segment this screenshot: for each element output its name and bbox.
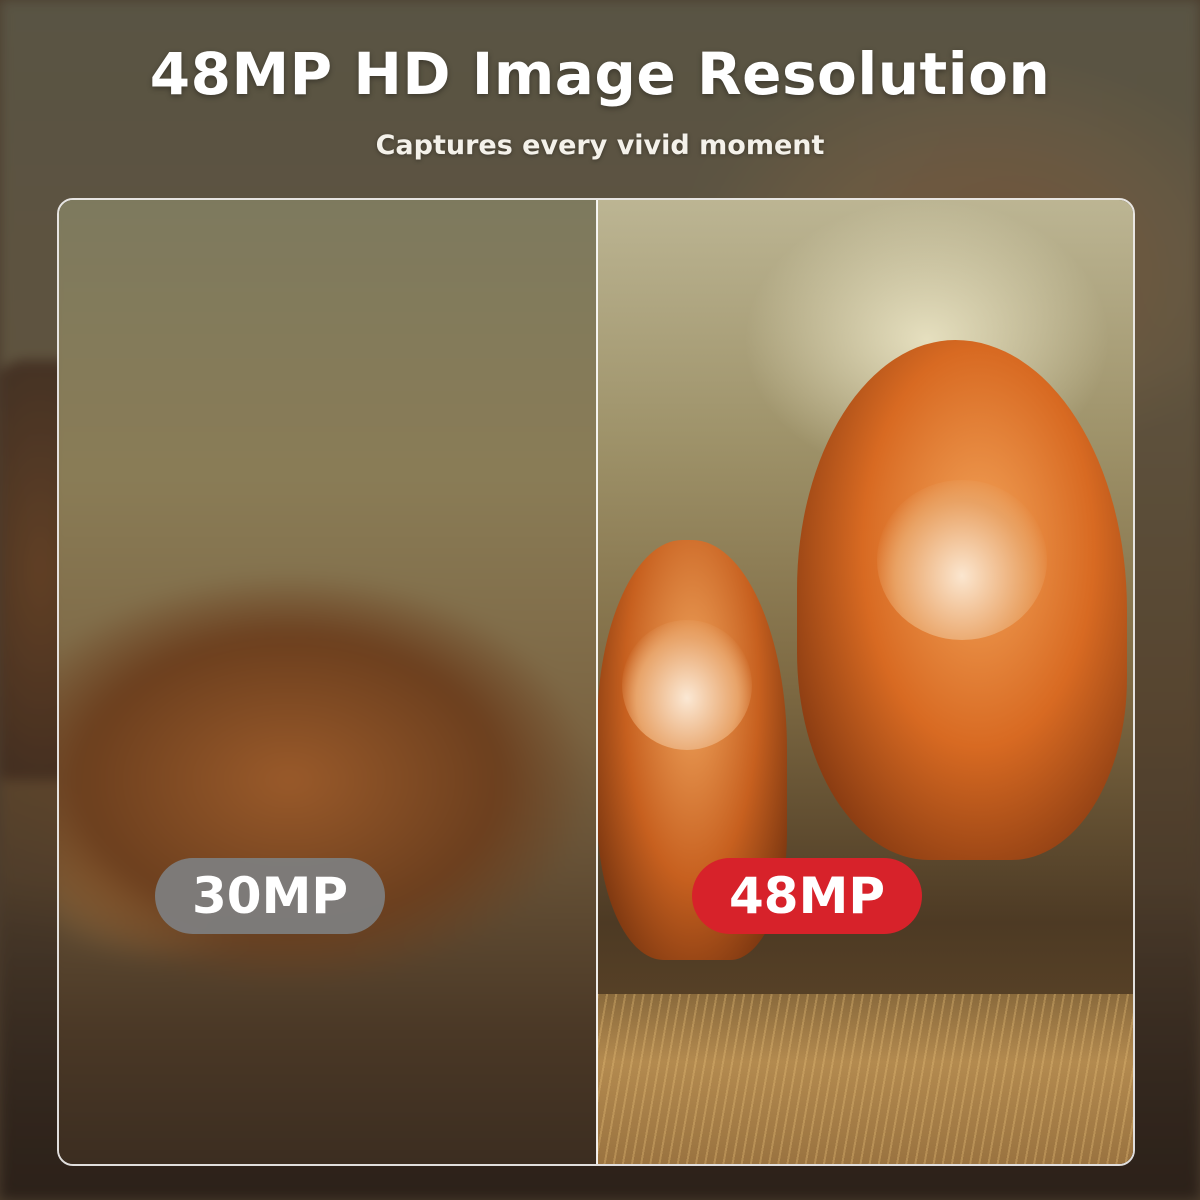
headline: 48MP HD Image Resolution (149, 40, 1051, 108)
fox-kit-face (622, 620, 752, 750)
subheadline: Captures every vivid moment (375, 130, 825, 161)
adult-fox-face (877, 480, 1047, 640)
blurry-fox-photo (59, 200, 597, 1164)
high-resolution-panel (597, 200, 1133, 1164)
comparison-frame (57, 198, 1135, 1166)
badge-30mp: 30MP (155, 858, 385, 934)
badge-48mp: 48MP (692, 858, 922, 934)
straw-ground (597, 994, 1133, 1164)
low-resolution-panel (59, 200, 597, 1164)
comparison-divider (596, 200, 598, 1164)
